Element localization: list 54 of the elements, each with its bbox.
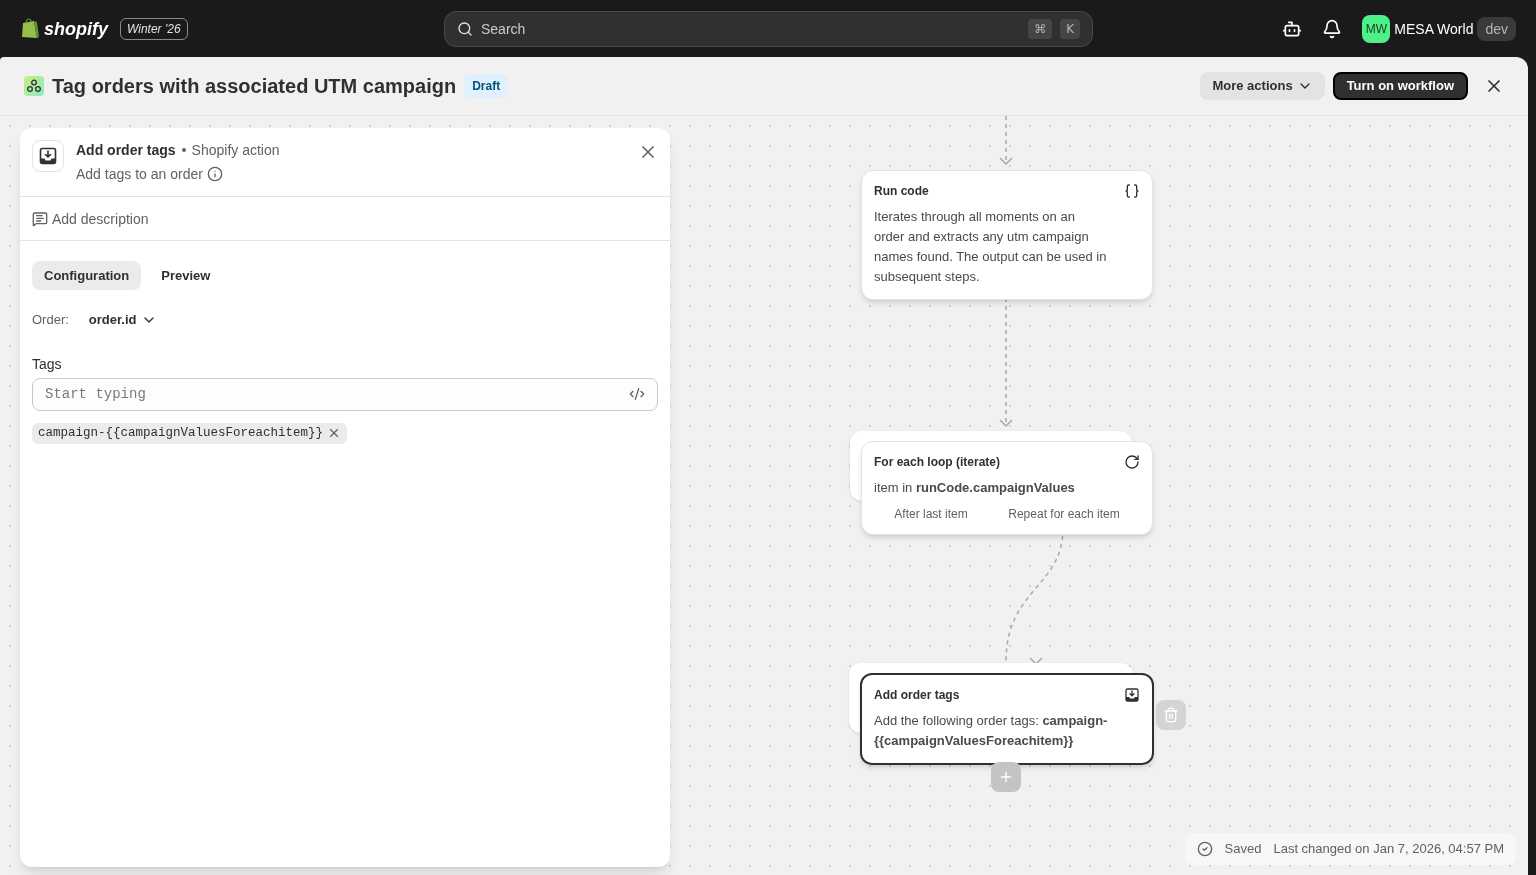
download-tray-icon [38,146,58,166]
tags-label: Tags [31,354,63,374]
check-circle-icon [1196,841,1213,857]
branch-label[interactable]: After last item [894,506,968,522]
store-name: MESA World [1394,19,1474,39]
search-icon [457,20,473,37]
keyboard-key: K [1060,18,1080,39]
comment-icon [32,210,48,227]
keyboard-key: ⌘ [1028,18,1053,39]
step-description: Add tags to an order [76,165,203,184]
node-title: Run code [874,183,929,199]
bullet-separator [181,148,186,152]
branch-label[interactable]: Repeat for each item [1008,506,1120,522]
edition-badge: Winter '26 [120,17,188,40]
braces-icon [1124,183,1140,199]
download-tray-icon [1124,687,1140,703]
user-avatar[interactable]: MW [1362,14,1391,43]
workflow-node[interactable]: Run code Iterates through all moments on an order and extracts any utm campaign names found. The output can be used in subsequent steps. [861,170,1153,300]
status-badge: Draft [464,74,509,98]
workflow-icon [24,76,44,96]
save-state: Saved [1224,840,1262,859]
info-icon[interactable] [206,166,223,182]
workflow-title: Tag orders with associated UTM campaign [52,74,457,99]
workflow-node[interactable]: Add order tags Add the following order tags: campaign-{{campaignValuesForeachitem}} [860,673,1154,765]
connector-arrow [999,116,1013,166]
environment-badge: dev [1477,16,1516,41]
last-changed-text: Last changed on Jan 7, 2026, 04:57 PM [1273,840,1504,859]
refresh-icon [1124,454,1140,470]
plus-icon [998,769,1014,785]
shopping-bag-logo-icon [20,17,40,40]
search-bar[interactable]: Search ⌘ K [444,10,1093,47]
tags-input-field[interactable]: Start typing [45,384,629,404]
node-description: Add the following order tags: campaign-{{campaignValuesForeachitem}} [874,712,1109,750]
order-label: Order: [32,311,69,329]
code-icon[interactable] [629,386,645,402]
add-description-button[interactable]: Add description [20,197,670,241]
node-description: Iterates through all moments on an order and extracts any utm campaign names found. The output can be used in subsequent steps. [874,208,1108,286]
node-title: For each loop (iterate) [874,454,1001,470]
order-select[interactable]: order.id [88,310,157,330]
workflow-node[interactable]: For each loop (iterate) item in runCode.campaignValues After last item Repeat for each item [861,441,1153,535]
step-title: Add order tags [76,141,176,160]
node-description: item in runCode.campaignValues [874,479,1076,497]
tab[interactable]: Preview [149,261,223,290]
node-title: Add order tags [874,687,960,703]
search-field[interactable]: Search [481,18,1021,39]
tags-field[interactable]: Start typing [32,377,658,411]
step-type: Shopify action [191,141,280,160]
notification-bell-icon[interactable] [1322,18,1343,39]
tab[interactable]: Configuration [32,261,142,290]
brand-name: shopify [44,17,108,41]
tag-text: campaign-{{campaignValuesForeachitem}} [38,424,324,442]
turn-on-workflow-button[interactable]: Turn on workflow [1332,72,1468,100]
more-actions-button[interactable]: More actions [1200,72,1325,100]
trash-icon [1163,707,1179,723]
